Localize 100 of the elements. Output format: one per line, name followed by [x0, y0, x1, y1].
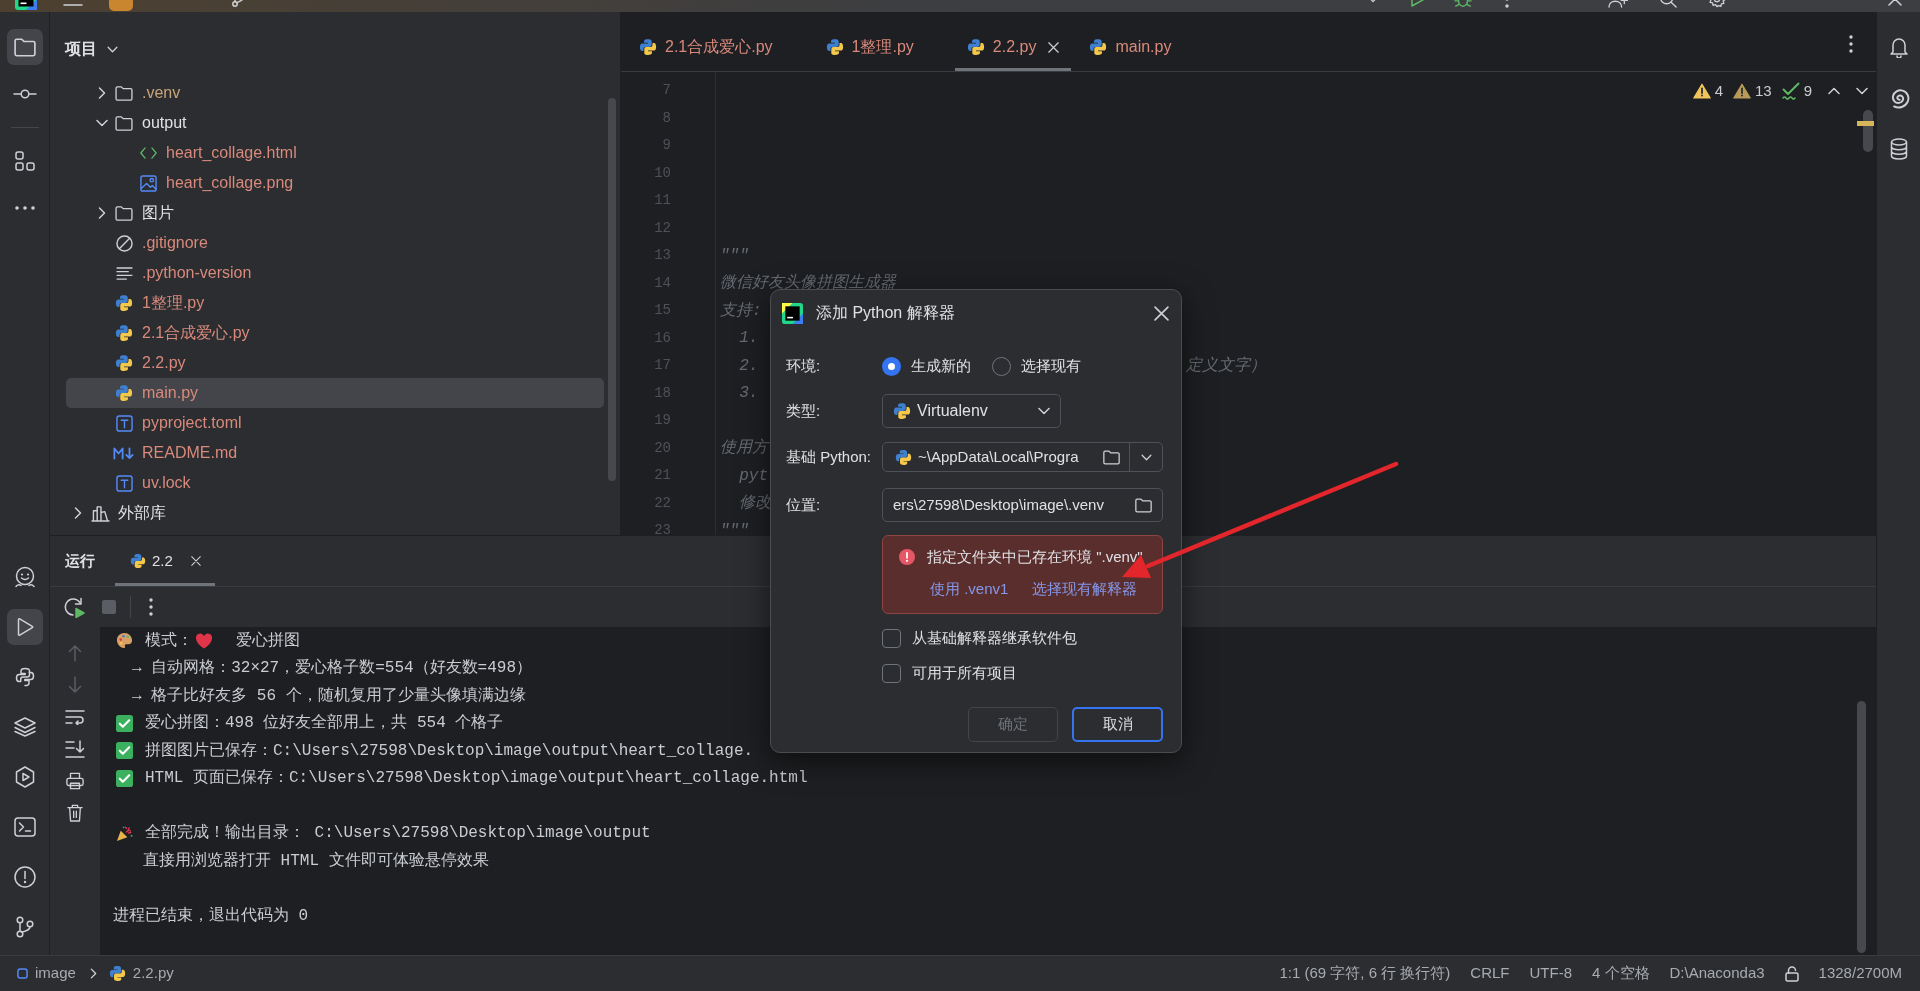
type-dropdown[interactable]: Virtualenv [882, 394, 1061, 428]
tree-item[interactable]: 2.1合成爱心.py [66, 318, 604, 348]
close-icon[interactable] [190, 556, 201, 566]
folder-icon[interactable] [1103, 449, 1120, 465]
scrollbar[interactable] [1857, 701, 1866, 953]
radio-label[interactable]: 生成新的 [911, 354, 971, 378]
dialog-title: 添加 Python 解释器 [816, 303, 955, 323]
location-field[interactable]: ers\27598\Desktop\image\.venv [882, 488, 1163, 522]
chevron-right-icon[interactable] [98, 87, 106, 99]
text-lines-icon [115, 266, 133, 280]
printer-icon[interactable] [66, 772, 84, 790]
chevron-right-icon[interactable] [98, 207, 106, 219]
cursor-position[interactable]: 1:1 (69 字符, 6 行 换行符) [1279, 962, 1451, 985]
image-file-icon [139, 174, 157, 192]
indent-setting[interactable]: 4 个空格 [1592, 962, 1650, 985]
tree-item[interactable]: pyproject.toml [66, 408, 604, 438]
code-line: 修改 [738, 493, 772, 515]
radio-button[interactable] [882, 356, 901, 376]
trash-icon[interactable] [67, 804, 83, 822]
tree-item[interactable]: 图片 [66, 198, 604, 228]
file-encoding[interactable]: UTF-8 [1529, 962, 1572, 985]
tree-item[interactable]: .gitignore [66, 228, 604, 258]
inspection-counter[interactable]: 9 [1781, 80, 1812, 103]
alert-icon [13, 866, 36, 888]
party-popper-icon [116, 824, 133, 842]
code-brackets-icon [139, 147, 157, 159]
folder-icon [13, 37, 36, 57]
terminal-icon [13, 817, 36, 837]
editor-tab[interactable]: main.py [1077, 12, 1207, 71]
chevron-right-icon[interactable] [74, 507, 82, 519]
python-file-icon [893, 402, 911, 420]
memory-indicator[interactable]: 1328/2700M [1818, 962, 1902, 985]
tool-window-button[interactable] [6, 609, 43, 645]
tree-item[interactable]: output [66, 108, 604, 138]
code-line: """ [720, 245, 749, 267]
radio-label[interactable]: 选择现有 [1021, 354, 1081, 378]
console-text: 全部完成！输出目录： C:\Users\27598\Desktop\image\output [145, 822, 651, 845]
inspection-counter[interactable]: 13 [1732, 80, 1772, 103]
tree-item[interactable]: 2.2.py [66, 348, 604, 378]
folder-icon [115, 205, 133, 221]
python-file-icon [108, 965, 126, 982]
code-line: 支持: [720, 300, 762, 322]
close-icon[interactable] [1048, 41, 1060, 53]
python-icon [14, 667, 35, 687]
chevron-down-icon[interactable] [96, 119, 108, 127]
console-text: 拼图图片已保存：C:\Users\27598\Desktop\image\output\heart_collage. [145, 740, 754, 762]
more-icon[interactable] [149, 598, 153, 616]
soft-wrap-icon[interactable] [65, 709, 85, 725]
warning-stripe-marker[interactable] [1857, 121, 1874, 126]
run-icon [15, 617, 34, 637]
tree-item[interactable]: 外部库 [66, 498, 604, 528]
link[interactable]: 选择现有解释器 [1032, 577, 1138, 601]
tree-item[interactable]: heart_collage.html [66, 138, 604, 168]
chevron-down-icon[interactable] [1856, 87, 1868, 96]
code-line: """ [720, 520, 749, 535]
checkbox-label[interactable]: 可用于所有项目 [912, 661, 1017, 685]
tree-item[interactable]: 1整理.py [66, 288, 604, 318]
tree-item[interactable]: heart_collage.png [66, 168, 604, 198]
breadcrumb[interactable]: 2.2.py [108, 962, 174, 985]
field-label: 类型: [786, 400, 822, 421]
tree-item[interactable]: .venv [66, 78, 604, 108]
structure-icon [14, 151, 35, 171]
breadcrumb[interactable]: image [17, 962, 76, 985]
editor-tab[interactable]: 2.1合成爱心.py [627, 12, 808, 71]
tree-item[interactable]: .python-version [66, 258, 604, 288]
checkbox[interactable] [882, 628, 901, 648]
link[interactable]: 使用 .venv1 [930, 577, 1009, 601]
tool-window-button[interactable] [6, 29, 43, 65]
rerun-icon[interactable] [63, 596, 85, 618]
library-icon [90, 504, 110, 522]
inspection-counter[interactable]: 4 [1692, 80, 1723, 103]
scrollbar[interactable] [608, 98, 616, 481]
checkbox[interactable] [882, 663, 901, 683]
code-line: 3. [738, 383, 759, 405]
scroll-to-end-icon[interactable] [65, 740, 85, 758]
chevron-up-icon[interactable] [1828, 87, 1840, 96]
editor-tab[interactable]: 1整理.py [813, 12, 949, 71]
padlock-icon[interactable] [1784, 965, 1799, 982]
view-selector[interactable]: 项目 [65, 37, 118, 61]
tree-item[interactable]: uv.lock [66, 468, 604, 498]
interpreter-selector[interactable]: D:\Anaconda3 [1669, 962, 1765, 985]
editor-tab[interactable]: 2.2.py [954, 12, 1072, 71]
tree-item[interactable]: main.py [66, 378, 604, 408]
folder-icon [115, 85, 133, 101]
commit-icon [12, 89, 37, 99]
line-separator[interactable]: CRLF [1470, 962, 1510, 985]
layers-icon [13, 717, 36, 737]
tree-item[interactable]: README.md [66, 438, 604, 468]
dialog-button[interactable]: 取消 [1072, 707, 1163, 742]
module-icon [17, 968, 28, 979]
more-icon[interactable] [1849, 34, 1853, 53]
close-icon [1153, 305, 1169, 321]
error-icon [899, 549, 915, 565]
check-box-icon [116, 714, 133, 732]
checkbox-label[interactable]: 从基础解释器继承软件包 [912, 626, 1077, 650]
folder-icon[interactable] [1135, 497, 1152, 513]
field-label: 位置: [786, 494, 822, 515]
base-python-combo[interactable]: ~\AppData\Local\Progra [882, 442, 1163, 472]
console-text: → 自动网格：32×27，爱心格子数=554（好友数=498） [132, 657, 533, 680]
python-file-icon [639, 38, 657, 56]
